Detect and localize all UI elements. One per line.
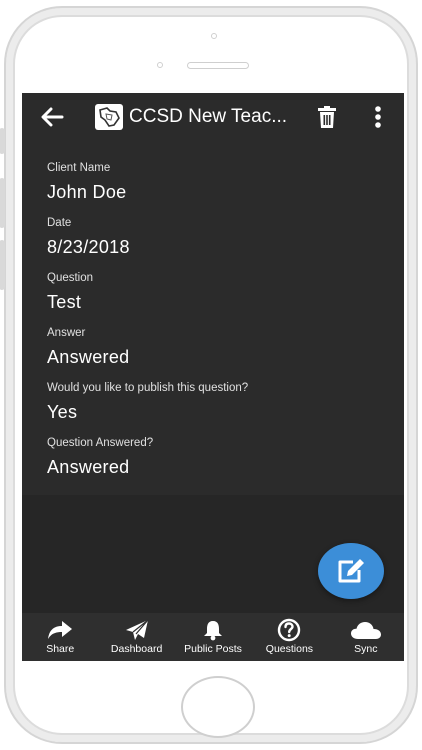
field-question: Question Test [47,271,93,314]
nav-dashboard[interactable]: Dashboard [98,613,174,661]
nav-label: Dashboard [110,643,163,655]
detail-content: Client Name John Doe Date 8/23/2018 Ques… [22,141,404,495]
nav-label: Sync [354,643,378,655]
phone-volume-down [0,240,5,290]
field-publish: Would you like to publish this question?… [47,381,248,424]
nav-public-posts[interactable]: Public Posts [175,613,251,661]
proximity-sensor [157,62,163,68]
field-value: Test [47,292,82,312]
field-client-name: Client Name John Doe [47,161,126,204]
app-title: CCSD New Teac... [129,106,288,127]
edit-fab-button[interactable] [318,543,384,599]
edit-icon [338,559,364,583]
field-label: Date [47,217,72,229]
field-label: Client Name [47,162,111,174]
paper-plane-icon [125,619,149,640]
share-icon [48,621,73,639]
field-label: Answer [47,327,86,339]
nav-label: Share [46,643,75,655]
nav-label: Questions [265,643,314,655]
app-bar: CCSD New Teac... [22,93,404,141]
app-screen: CCSD New Teac... Client Name John Doe Da… [22,93,404,661]
field-label: Would you like to publish this question? [47,382,249,394]
field-value: Answered [47,347,130,367]
cloud-icon [350,622,381,639]
arrow-left-icon [41,107,64,127]
delete-button[interactable] [314,103,340,131]
nav-share[interactable]: Share [22,613,98,661]
question-circle-icon [278,618,301,642]
nav-label: Public Posts [184,643,242,655]
home-button[interactable] [181,676,255,738]
front-camera [211,33,217,39]
app-logo [95,104,123,130]
earpiece-speaker [187,62,249,69]
field-value: Answered [47,457,130,477]
bell-icon [204,621,223,641]
field-question-answered: Question Answered? Answered [47,436,153,479]
nav-sync[interactable]: Sync [328,613,404,661]
state-map-logo-icon [99,107,120,127]
trash-icon [318,106,336,128]
field-label: Question Answered? [47,437,154,449]
more-options-button[interactable] [366,103,390,131]
field-answer: Answer Answered [47,326,129,369]
bottom-navigation: Share Dashboard Public Posts Questions S… [22,613,404,661]
field-date: Date 8/23/2018 [47,216,130,259]
back-button[interactable] [38,103,66,131]
phone-side-button [0,128,5,154]
nav-questions[interactable]: Questions [251,613,327,661]
field-value: John Doe [47,182,127,202]
field-value: Yes [47,402,78,422]
more-vertical-icon [375,106,381,128]
field-value: 8/23/2018 [47,237,130,257]
field-label: Question [47,272,94,284]
phone-volume-up [0,178,5,228]
